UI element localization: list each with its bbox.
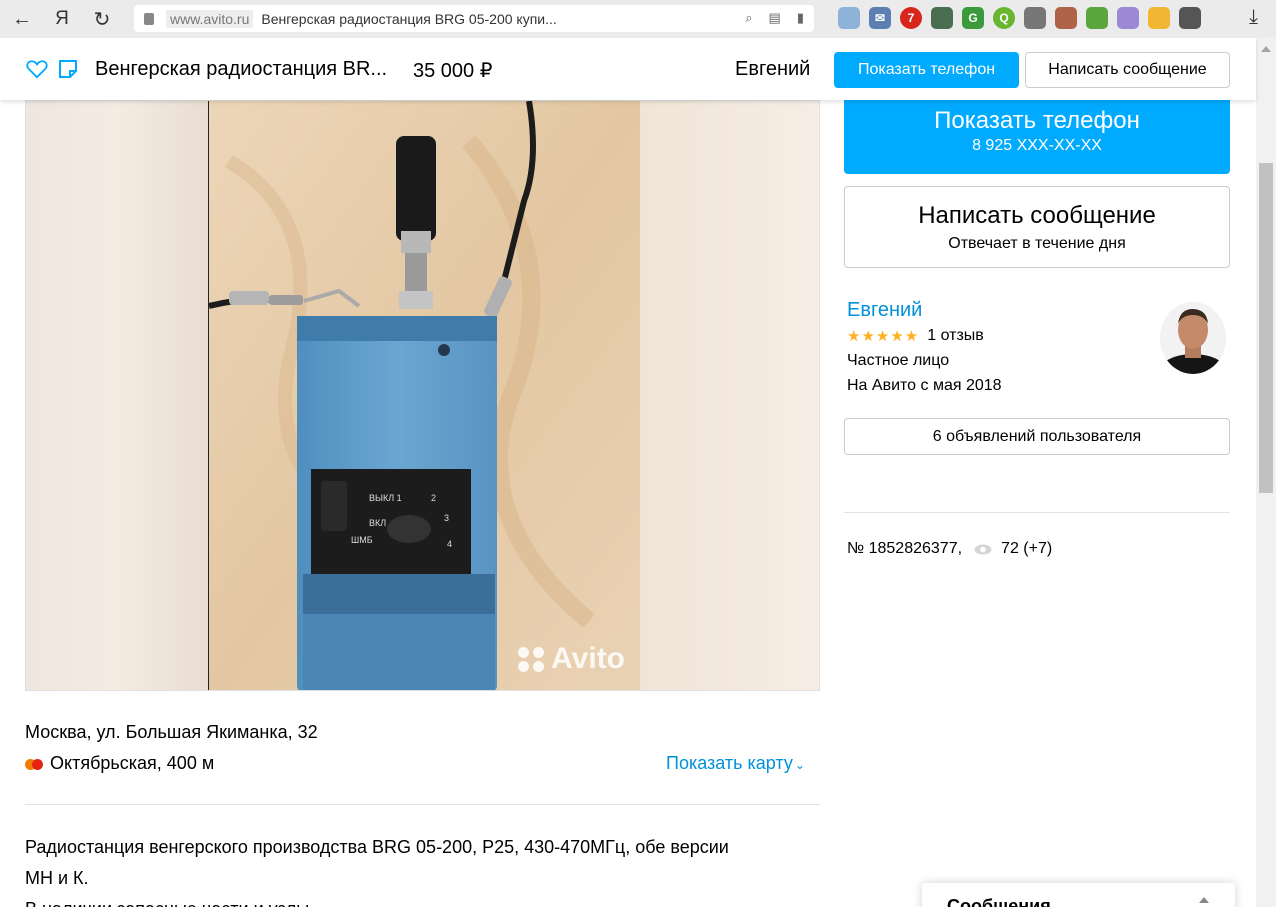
reader-icon[interactable]: ▤ [769, 10, 781, 26]
svg-text:2: 2 [431, 493, 436, 503]
extension-cloud-icon[interactable] [838, 7, 860, 29]
header-listing-title: Венгерская радиостанция BR... [95, 58, 388, 80]
section-divider [25, 804, 820, 805]
svg-text:ВКЛ: ВКЛ [369, 518, 386, 528]
download-arrow-icon[interactable]: ⤓ [1249, 6, 1258, 29]
extension-bulb-icon[interactable] [1024, 7, 1046, 29]
extension-download-icon[interactable] [1086, 7, 1108, 29]
chevron-up-icon[interactable] [1199, 897, 1209, 903]
chevron-down-icon: ⌄ [794, 758, 805, 772]
seller-type: Частное лицо [847, 352, 950, 369]
bookmark-icon[interactable]: ▮ [797, 10, 804, 26]
reload-icon[interactable]: ↻ [82, 0, 122, 38]
listing-number: № 1852826377, [847, 540, 963, 557]
extension-chat-icon[interactable] [1179, 7, 1201, 29]
masked-phone-number: 8 925 XXX-XX-XX [972, 137, 1102, 154]
show-phone-label: Показать телефон [934, 107, 1140, 134]
views-count: 72 (+7) [1001, 540, 1053, 557]
scroll-thumb[interactable] [1259, 163, 1273, 493]
photo-gallery[interactable]: ВЫКЛ 1 2 ВКЛ 3 ШМБ 4 Avito [25, 100, 820, 691]
section-divider [844, 512, 1230, 513]
gallery-blur-left [26, 101, 208, 690]
response-time: Отвечает в течение дня [948, 235, 1126, 252]
svg-text:ШМБ: ШМБ [351, 535, 373, 545]
description-line: Радиостанция венгерского производства BR… [25, 837, 729, 857]
extension-mail-icon[interactable]: ✉ [869, 7, 891, 29]
translate-icon[interactable]: ⌕ [745, 10, 752, 26]
seller-avatar[interactable] [1160, 302, 1226, 374]
svg-text:3: 3 [444, 513, 449, 523]
back-arrow-icon[interactable]: ← [2, 0, 42, 38]
extension-incognito-icon[interactable] [931, 7, 953, 29]
page-scrollbar[interactable] [1256, 38, 1276, 907]
extension-7-icon[interactable]: 7 [900, 7, 922, 29]
radio-photo-illustration: ВЫКЛ 1 2 ВКЛ 3 ШМБ 4 [208, 101, 640, 690]
rating-stars-icon: ★★★★★ [847, 328, 920, 345]
extension-q-icon[interactable]: Q [993, 7, 1015, 29]
svg-text:4: 4 [447, 539, 452, 549]
description-line: В наличии запасные части и узлы [25, 894, 825, 907]
extension-tag-icon[interactable] [1148, 7, 1170, 29]
write-message-label: Написать сообщение [918, 202, 1156, 229]
extension-camera-icon[interactable] [1055, 7, 1077, 29]
seller-rating[interactable]: ★★★★★ 1 отзыв [847, 327, 984, 345]
listing-photo[interactable]: ВЫКЛ 1 2 ВКЛ 3 ШМБ 4 Avito [208, 101, 640, 690]
metro-station: Октябрьская, 400 м [25, 753, 214, 774]
browser-toolbar: ← Я ↻ www.avito.ru Венгерская радиостанц… [0, 0, 1276, 38]
header-write-message-button[interactable]: Написать сообщение [1025, 52, 1230, 88]
description-line: МН и К. [25, 868, 89, 888]
messages-widget-label: Сообщения [947, 896, 1051, 907]
seller-name-link[interactable]: Евгений [847, 299, 922, 322]
header-seller-name[interactable]: Евгений [735, 58, 810, 81]
listing-address: Москва, ул. Большая Якиманка, 32 [25, 722, 318, 742]
metro-station-label: Октябрьская, 400 м [50, 753, 215, 773]
svg-text:ВЫКЛ 1: ВЫКЛ 1 [369, 493, 402, 503]
show-map-link[interactable]: Показать карту ⌄ [666, 753, 805, 774]
listing-description: Радиостанция венгерского производства BR… [25, 832, 825, 907]
messages-widget[interactable]: Сообщения [922, 883, 1235, 907]
page-tab-title: Венгерская радиостанция BRG 05-200 купи.… [261, 10, 557, 27]
user-ads-button[interactable]: 6 объявлений пользователя [844, 418, 1230, 455]
address-bar[interactable]: www.avito.ru Венгерская радиостанция BRG… [134, 5, 814, 32]
metro-line-icon [25, 758, 45, 770]
extension-g-icon[interactable]: G [962, 7, 984, 29]
write-message-button[interactable]: Написать сообщение Отвечает в течение дн… [844, 186, 1230, 268]
eye-icon [974, 544, 992, 554]
favorite-heart-icon[interactable] [26, 59, 48, 79]
avito-watermark: Avito [518, 642, 625, 676]
gallery-blur-right [637, 101, 819, 690]
header-price: 35 000 ₽ [413, 60, 493, 82]
listing-meta: № 1852826377, 72 (+7) [847, 540, 1052, 558]
header-show-phone-button[interactable]: Показать телефон [834, 52, 1019, 88]
yandex-logo-button[interactable]: Я [42, 0, 82, 38]
extension-pen-icon[interactable] [1117, 7, 1139, 29]
reviews-count[interactable]: 1 отзыв [927, 327, 984, 345]
url-domain: www.avito.ru [166, 9, 254, 28]
scroll-up-arrow-icon[interactable] [1261, 46, 1271, 52]
note-icon[interactable] [58, 59, 78, 79]
show-phone-button[interactable]: Показать телефон 8 925 XXX-XX-XX [844, 98, 1230, 174]
seller-since: На Авито с мая 2018 [847, 377, 1002, 394]
sticky-header: Венгерская радиостанция BR... 35 000 ₽ Е… [0, 38, 1256, 100]
lock-icon [144, 12, 154, 25]
